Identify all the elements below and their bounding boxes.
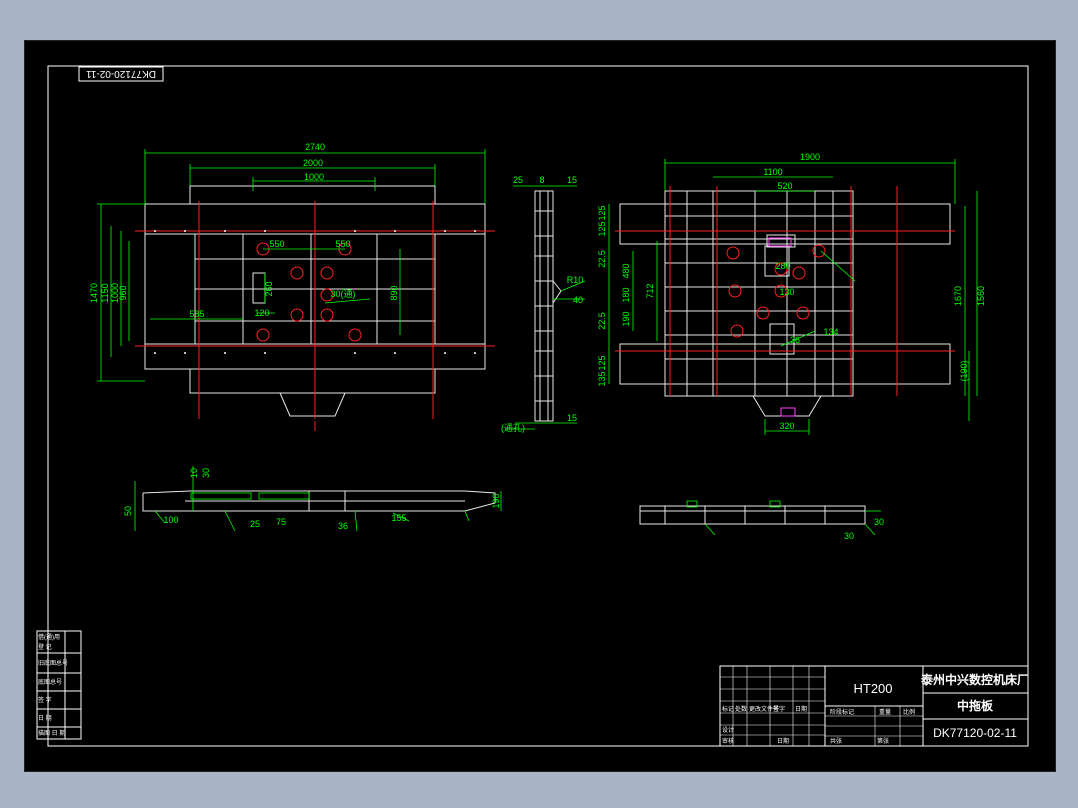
title-block: HT200 泰州中兴数控机床厂 中拖板 DK77120-02-11 标记 处数 … — [719, 665, 1029, 747]
stage-header-2: 比例 — [903, 708, 915, 716]
date-label: 日期 — [777, 737, 789, 745]
part-name: 中拖板 — [957, 698, 994, 713]
company-name: 泰州中兴数控机床厂 — [920, 672, 1029, 687]
dim-sec-100: 100 — [163, 515, 178, 525]
dim-960: 960 — [118, 285, 128, 300]
sheet-page: 第张 — [877, 737, 889, 745]
dim-slot-120: 120 — [254, 308, 269, 318]
dim-plan-320: 320 — [779, 421, 794, 431]
cad-drawing: DK77120-02-11 2740 2000 1000 550 550 147… — [36, 65, 1029, 747]
cad-viewport[interactable]: DK77120-02-11 2740 2000 1000 550 550 147… — [24, 40, 1056, 772]
material-label: HT200 — [853, 681, 892, 696]
dim-plan-280: 280 — [775, 261, 790, 271]
design-label: 设计 — [722, 726, 734, 734]
dim-550-left: 550 — [269, 239, 284, 249]
front-view: 2740 2000 1000 550 550 1470 1150 1000 96… — [89, 142, 495, 431]
dim-plan-134: 134 — [823, 327, 838, 337]
dim-sec-25: 25 — [250, 519, 260, 529]
dim-plan-22-5a: 22.5 — [597, 250, 607, 268]
stage-header-0: 阶段标记 — [830, 708, 854, 716]
dim-sec-36: 36 — [338, 521, 348, 531]
dim-550-right: 550 — [335, 239, 350, 249]
section-view-left: 50 100 10 30 190 75 25 36 155 — [123, 466, 502, 532]
plan-marked-foot — [780, 407, 796, 417]
dim-1470: 1470 — [89, 283, 99, 303]
dim-plan-125b: 125 — [597, 221, 607, 236]
dim-side-note: (通孔) — [501, 423, 525, 433]
dim-890: 890 — [389, 285, 399, 300]
dim-plan-125a: 125 — [597, 205, 607, 220]
dim-1000: 1000 — [304, 172, 324, 182]
dim-sec-r-30b: 30 — [844, 531, 854, 541]
sheet-total: 共张 — [830, 737, 842, 745]
dim-plan-22-5b: 22.5 — [597, 312, 607, 330]
dim-plan-712: 712 — [645, 283, 655, 298]
dim-plan-180: 180 — [621, 287, 631, 302]
dim-sec-50: 50 — [123, 506, 133, 516]
dim-plan-520: 520 — [777, 181, 792, 191]
dim-plan-1900: 1900 — [800, 152, 820, 162]
rev-header-1: 处数 — [735, 705, 747, 713]
dim-plan-125c: 125 — [597, 355, 607, 370]
rev-header-4: 日期 — [795, 705, 807, 713]
sidebar-label-2: 旧底图总号 — [38, 659, 68, 667]
check-label: 审核 — [722, 737, 734, 745]
sidebar-label-5: 日 期 — [38, 714, 52, 722]
dim-585: 585 — [189, 309, 204, 319]
sidebar-label-0: 借(通)用 — [38, 633, 60, 641]
dim-plan-190: (190) — [959, 360, 969, 381]
drawing-number-rotated: DK77120-02-11 — [86, 68, 156, 79]
dim-sec-r-30a: 30 — [874, 517, 884, 527]
dim-2000: 2000 — [303, 158, 323, 168]
dim-slot-260: 260 — [264, 281, 274, 296]
dim-sec-75: 75 — [276, 517, 286, 527]
dim-2740: 2740 — [305, 142, 325, 152]
dim-sec-30: 30 — [201, 468, 211, 478]
dim-side-r10: R10 — [567, 275, 584, 285]
sidebar-label-3: 底图总号 — [38, 678, 62, 686]
rev-header-3: 签字 — [773, 705, 785, 713]
dim-plan-36: 36 — [790, 335, 800, 345]
side-view: 25 8 15 R10 40 15 (通孔) — [501, 175, 586, 433]
dim-holes-30: 30(通) — [330, 289, 355, 299]
sidebar-label-1: 登 记 — [38, 643, 52, 651]
dim-sec-10: 10 — [189, 468, 199, 478]
left-sidebar-table: 借(通)用 登 记 旧底图总号 底图总号 签 字 日 期 描图 日 期 — [36, 630, 82, 740]
section-view-right: 30 30 — [639, 500, 884, 541]
dim-side-25: 25 — [513, 175, 523, 185]
dim-side-bottom-15: 15 — [567, 413, 577, 423]
dim-plan-480: 480 — [621, 263, 631, 278]
dim-side-15: 15 — [567, 175, 577, 185]
sidebar-label-6: 描图 日 期 — [38, 729, 65, 737]
dim-plan-1100: 1100 — [763, 167, 782, 177]
drawing-number: DK77120-02-11 — [933, 726, 1017, 740]
dim-side-8: 8 — [539, 175, 544, 185]
dim-sec-155: 155 — [391, 513, 406, 523]
plan-view: 1900 1100 520 1670 1560 (190) 125 125 22… — [597, 152, 986, 435]
dim-plan-135: 135 — [597, 371, 607, 386]
stage-header-1: 重量 — [879, 708, 891, 716]
dim-plan-190-left: 190 — [621, 311, 631, 326]
dim-plan-1560: 1560 — [976, 286, 986, 306]
dim-1150: 1150 — [100, 283, 110, 302]
rev-header-0: 标记 — [722, 705, 734, 713]
dim-plan-1670: 1670 — [953, 286, 963, 306]
sidebar-label-4: 签 字 — [38, 696, 52, 704]
dim-plan-130: 130 — [779, 287, 794, 297]
dim-side-40: 40 — [573, 295, 583, 305]
dim-sec-190: 190 — [491, 493, 501, 508]
